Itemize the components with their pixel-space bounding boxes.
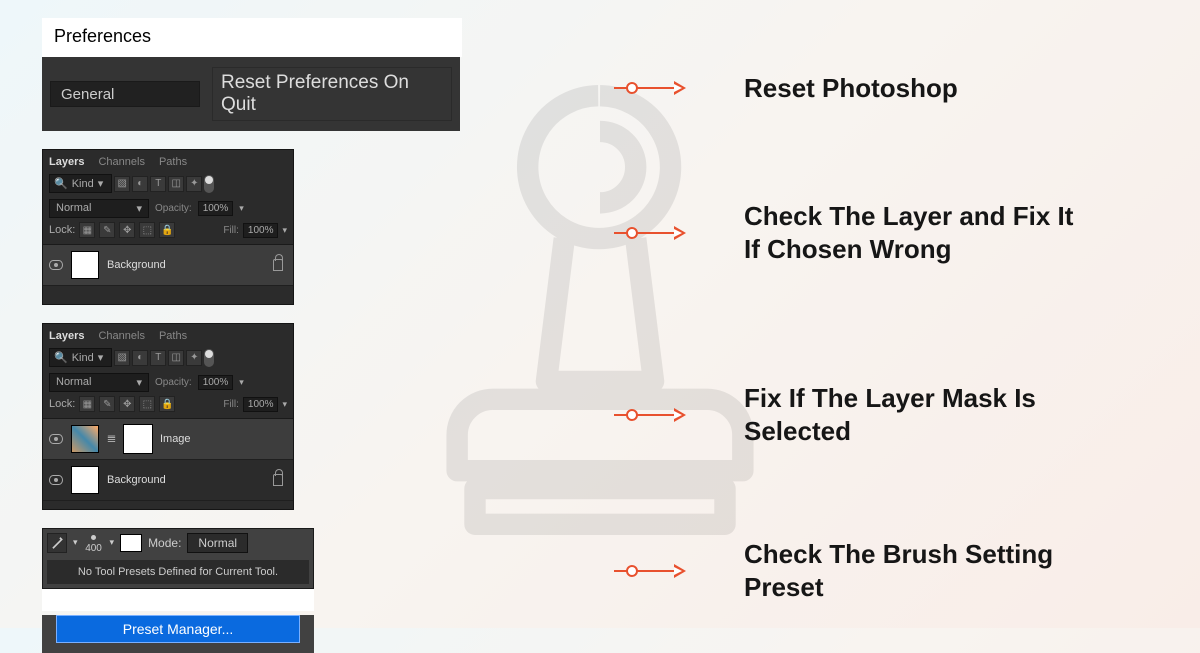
chevron-down-icon[interactable]: ▾ bbox=[73, 537, 78, 548]
chevron-down-icon: ▾ bbox=[98, 177, 104, 190]
preferences-title: Preferences bbox=[42, 18, 462, 57]
fill-input[interactable]: 100% bbox=[243, 223, 279, 238]
filter-toggle[interactable] bbox=[204, 349, 214, 367]
layer-row-background[interactable]: Background bbox=[43, 245, 293, 286]
arrow-icon bbox=[614, 414, 684, 416]
filter-adjustment-icon[interactable]: ◐ bbox=[132, 176, 148, 192]
arrow-icon bbox=[614, 87, 684, 89]
callout-check-layer: Check The Layer and Fix It If Chosen Wro… bbox=[614, 200, 1084, 265]
lock-label: Lock: bbox=[49, 398, 75, 410]
lock-artboard-icon[interactable]: ⬚ bbox=[139, 222, 155, 238]
chevron-down-icon[interactable]: ▾ bbox=[282, 225, 287, 236]
fill-label: Fill: bbox=[223, 225, 239, 236]
tab-paths[interactable]: Paths bbox=[159, 328, 187, 344]
lock-artboard-icon[interactable]: ⬚ bbox=[139, 396, 155, 412]
preferences-category-select[interactable]: General bbox=[50, 81, 200, 107]
tab-channels[interactable]: Channels bbox=[98, 154, 144, 170]
layer-thumbnail[interactable] bbox=[71, 466, 99, 494]
search-icon: 🔍 bbox=[54, 351, 68, 364]
lock-label: Lock: bbox=[49, 224, 75, 236]
tab-channels[interactable]: Channels bbox=[98, 328, 144, 344]
chevron-down-icon[interactable]: ▾ bbox=[110, 537, 115, 548]
chevron-down-icon[interactable]: ▾ bbox=[239, 203, 244, 214]
lock-transparency-icon[interactable]: ▦ bbox=[79, 222, 95, 238]
lock-all-icon[interactable]: 🔒 bbox=[159, 222, 175, 238]
tab-layers[interactable]: Layers bbox=[49, 328, 84, 344]
stamp-watermark bbox=[420, 60, 780, 560]
reset-preferences-button[interactable]: Reset Preferences On Quit bbox=[212, 67, 452, 121]
filter-toggle[interactable] bbox=[204, 175, 214, 193]
opacity-label: Opacity: bbox=[155, 377, 192, 388]
link-icon[interactable]: 𝌆 bbox=[107, 434, 116, 445]
arrow-icon bbox=[614, 232, 684, 234]
layer-thumbnail[interactable] bbox=[71, 251, 99, 279]
brush-preset-panel: ▾ 400 ▾ Mode: Normal No Tool Presets Def… bbox=[42, 528, 462, 653]
lock-icon bbox=[273, 474, 283, 486]
visibility-icon[interactable] bbox=[49, 475, 63, 485]
layer-mask-thumbnail[interactable] bbox=[124, 425, 152, 453]
blend-mode-select[interactable]: Normal bbox=[187, 533, 248, 553]
blend-mode-select[interactable]: Normal▾ bbox=[49, 373, 149, 392]
opacity-label: Opacity: bbox=[155, 203, 192, 214]
filter-type-icon[interactable]: T bbox=[150, 350, 166, 366]
filter-shape-icon[interactable]: ◫ bbox=[168, 350, 184, 366]
callout-brush-preset: Check The Brush Setting Preset bbox=[614, 538, 1084, 603]
no-presets-message: No Tool Presets Defined for Current Tool… bbox=[47, 560, 309, 584]
blend-mode-select[interactable]: Normal▾ bbox=[49, 199, 149, 218]
search-icon: 🔍 bbox=[54, 177, 68, 190]
layer-filter-select[interactable]: 🔍 Kind ▾ bbox=[49, 174, 112, 193]
filter-smart-icon[interactable]: ✦ bbox=[186, 350, 202, 366]
filter-type-icon[interactable]: T bbox=[150, 176, 166, 192]
layers-panel-background-only: Layers Channels Paths 🔍 Kind ▾ ▧ ◐ T ◫ ✦… bbox=[42, 149, 294, 305]
lock-position-icon[interactable]: ✥ bbox=[119, 396, 135, 412]
tab-paths[interactable]: Paths bbox=[159, 154, 187, 170]
preset-manager-button[interactable]: Preset Manager... bbox=[56, 615, 300, 643]
visibility-icon[interactable] bbox=[49, 434, 63, 444]
lock-pixels-icon[interactable]: ✎ bbox=[99, 396, 115, 412]
lock-pixels-icon[interactable]: ✎ bbox=[99, 222, 115, 238]
callout-reset-photoshop: Reset Photoshop bbox=[614, 72, 958, 105]
brush-size-picker[interactable]: 400 bbox=[84, 531, 104, 554]
callout-layer-mask: Fix If The Layer Mask Is Selected bbox=[614, 382, 1084, 447]
opacity-input[interactable]: 100% bbox=[198, 201, 234, 216]
preferences-dialog: Preferences General Reset Preferences On… bbox=[42, 18, 460, 131]
layer-filter-select[interactable]: 🔍 Kind ▾ bbox=[49, 348, 112, 367]
lock-all-icon[interactable]: 🔒 bbox=[159, 396, 175, 412]
arrow-icon bbox=[614, 570, 684, 572]
lock-icon bbox=[273, 259, 283, 271]
clone-stamp-tool-icon[interactable] bbox=[47, 533, 67, 553]
chevron-down-icon[interactable]: ▾ bbox=[282, 399, 287, 410]
layer-row-image[interactable]: 𝌆 Image bbox=[43, 419, 293, 460]
fill-input[interactable]: 100% bbox=[243, 397, 279, 412]
fill-label: Fill: bbox=[223, 399, 239, 410]
chevron-down-icon[interactable]: ▾ bbox=[239, 377, 244, 388]
chevron-down-icon: ▾ bbox=[98, 351, 104, 364]
filter-pixel-icon[interactable]: ▧ bbox=[114, 176, 130, 192]
filter-shape-icon[interactable]: ◫ bbox=[168, 176, 184, 192]
opacity-input[interactable]: 100% bbox=[198, 375, 234, 390]
layer-thumbnail[interactable] bbox=[71, 425, 99, 453]
mode-label: Mode: bbox=[148, 536, 181, 550]
tab-layers[interactable]: Layers bbox=[49, 154, 84, 170]
visibility-icon[interactable] bbox=[49, 260, 63, 270]
brush-panel-icon[interactable] bbox=[120, 534, 142, 552]
filter-pixel-icon[interactable]: ▧ bbox=[114, 350, 130, 366]
filter-adjustment-icon[interactable]: ◐ bbox=[132, 350, 148, 366]
lock-transparency-icon[interactable]: ▦ bbox=[79, 396, 95, 412]
lock-position-icon[interactable]: ✥ bbox=[119, 222, 135, 238]
layer-row-background[interactable]: Background bbox=[43, 460, 293, 501]
layers-panel-with-mask: Layers Channels Paths 🔍 Kind ▾ ▧ ◐ T ◫ ✦… bbox=[42, 323, 294, 510]
filter-smart-icon[interactable]: ✦ bbox=[186, 176, 202, 192]
